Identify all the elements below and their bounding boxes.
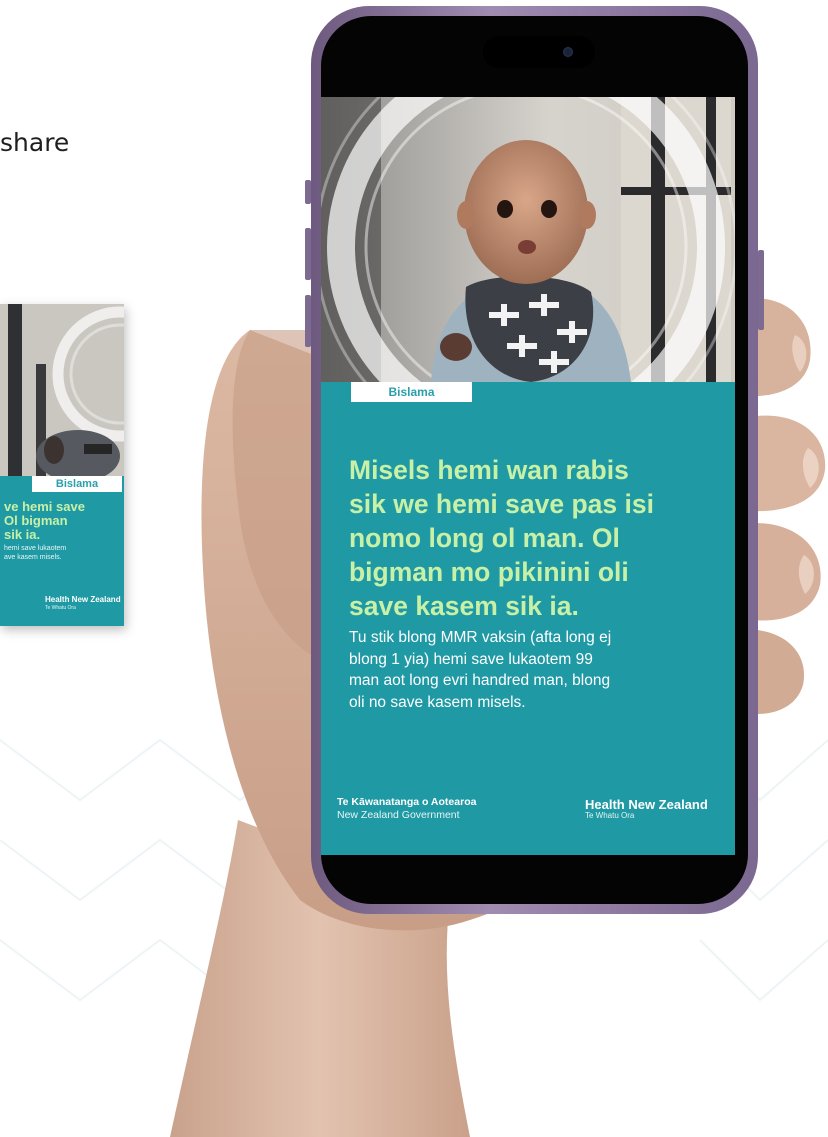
front-camera-icon: [563, 47, 573, 57]
government-subtitle: New Zealand Government: [337, 809, 460, 821]
government-name: Te Kāwanatanga o Aotearoa: [337, 796, 477, 808]
volume-down-button: [305, 295, 311, 347]
power-button: [758, 250, 764, 330]
baby-photo: [321, 97, 735, 382]
volume-up-button: [305, 228, 311, 280]
brand-subtitle: Te Whatu Ora: [585, 811, 635, 820]
silent-switch: [305, 180, 311, 204]
dynamic-island: [483, 36, 595, 68]
language-chip: Bislama: [351, 382, 472, 402]
baby-photo-art: [321, 97, 735, 382]
poster-body-text: Tu stik blong MMR vaksin (afta long ej b…: [349, 629, 612, 711]
poster-headline: Misels hemi wan rabis sik we hemi save p…: [349, 455, 654, 621]
phone-screen: Bislama Misels hemi wan rabis sik we hem…: [321, 97, 735, 855]
brand-name: Health New Zealand: [585, 797, 708, 812]
